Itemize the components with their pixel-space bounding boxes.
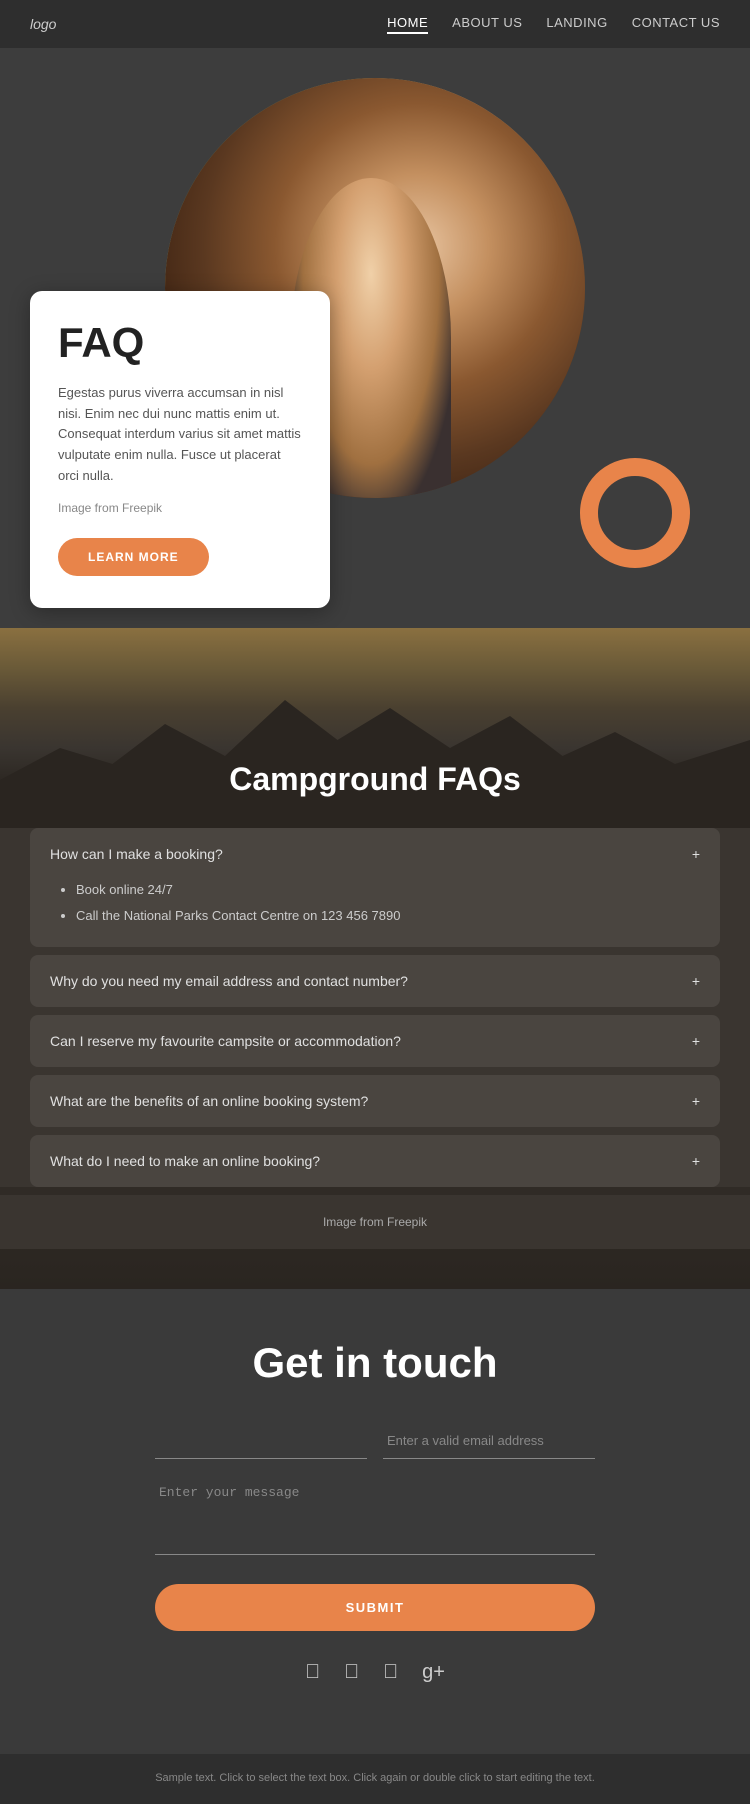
footer: Sample text. Click to select the text bo… bbox=[0, 1754, 750, 1804]
faq-content-1: Book online 24/7 Call the National Parks… bbox=[30, 880, 720, 947]
faq-header-2[interactable]: Why do you need my email address and con… bbox=[30, 955, 720, 1007]
faq-credit-link[interactable]: Freepik bbox=[387, 1215, 427, 1229]
faq-image-credit: Image from Freepik bbox=[0, 1195, 750, 1249]
submit-button[interactable]: SUBMIT bbox=[155, 1584, 595, 1631]
campground-faq-title: Campground FAQs bbox=[229, 761, 521, 808]
logo: logo bbox=[30, 16, 56, 32]
faq-item-3: Can I reserve my favourite campsite or a… bbox=[30, 1015, 720, 1067]
footer-text: Sample text. Click to select the text bo… bbox=[20, 1770, 730, 1788]
orange-ring-decoration bbox=[580, 458, 690, 568]
navbar: logo HOME ABOUT US LANDING CONTACT US bbox=[0, 0, 750, 48]
campground-faq-section: Campground FAQs How can I make a booking… bbox=[0, 628, 750, 1289]
campground-banner: Campground FAQs bbox=[0, 628, 750, 828]
faq-accordion: How can I make a booking? + Book online … bbox=[0, 828, 750, 1187]
message-textarea[interactable] bbox=[155, 1475, 595, 1555]
faq-question-4: What are the benefits of an online booki… bbox=[50, 1093, 368, 1109]
faq-item-1: How can I make a booking? + Book online … bbox=[30, 828, 720, 947]
nav-about[interactable]: ABOUT US bbox=[452, 15, 522, 34]
faq-answer-bullet-1-2: Call the National Parks Contact Centre o… bbox=[76, 906, 700, 926]
faq-card-title: FAQ bbox=[58, 319, 302, 367]
learn-more-button[interactable]: LEARN MORE bbox=[58, 538, 209, 576]
nav-contact[interactable]: CONTACT US bbox=[632, 15, 720, 34]
googleplus-icon[interactable]: g+ bbox=[422, 1661, 445, 1684]
form-row-name-email bbox=[155, 1423, 595, 1459]
faq-toggle-2[interactable]: + bbox=[692, 973, 700, 989]
faq-question-1: How can I make a booking? bbox=[50, 846, 223, 862]
faq-answer-bullet-1-1: Book online 24/7 bbox=[76, 880, 700, 900]
faq-item-4: What are the benefits of an online booki… bbox=[30, 1075, 720, 1127]
facebook-icon[interactable]:  bbox=[305, 1661, 320, 1684]
faq-card: FAQ Egestas purus viverra accumsan in ni… bbox=[30, 291, 330, 608]
faq-toggle-5[interactable]: + bbox=[692, 1153, 700, 1169]
faq-question-5: What do I need to make an online booking… bbox=[50, 1153, 320, 1169]
faq-card-credit: Image from Freepik bbox=[58, 499, 302, 518]
nav-home[interactable]: HOME bbox=[387, 15, 428, 34]
email-input[interactable] bbox=[383, 1423, 595, 1459]
faq-question-2: Why do you need my email address and con… bbox=[50, 973, 408, 989]
twitter-icon[interactable]:  bbox=[344, 1661, 359, 1684]
faq-item-2: Why do you need my email address and con… bbox=[30, 955, 720, 1007]
social-icons:    g+ bbox=[30, 1661, 720, 1684]
faq-toggle-3[interactable]: + bbox=[692, 1033, 700, 1049]
contact-form: SUBMIT bbox=[155, 1423, 595, 1661]
faq-header-5[interactable]: What do I need to make an online booking… bbox=[30, 1135, 720, 1187]
faq-header-4[interactable]: What are the benefits of an online booki… bbox=[30, 1075, 720, 1127]
faq-item-5: What do I need to make an online booking… bbox=[30, 1135, 720, 1187]
contact-section: Get in touch SUBMIT    g+ bbox=[0, 1289, 750, 1754]
contact-title: Get in touch bbox=[30, 1339, 720, 1387]
faq-toggle-4[interactable]: + bbox=[692, 1093, 700, 1109]
faq-credit-text: Image from bbox=[323, 1215, 387, 1229]
faq-header-1[interactable]: How can I make a booking? + bbox=[30, 828, 720, 880]
hero-section: FAQ Egestas purus viverra accumsan in ni… bbox=[0, 48, 750, 628]
name-input[interactable] bbox=[155, 1423, 367, 1459]
nav-landing[interactable]: LANDING bbox=[546, 15, 607, 34]
faq-header-3[interactable]: Can I reserve my favourite campsite or a… bbox=[30, 1015, 720, 1067]
instagram-icon[interactable]:  bbox=[383, 1661, 398, 1684]
nav-links: HOME ABOUT US LANDING CONTACT US bbox=[387, 15, 720, 34]
faq-toggle-1[interactable]: + bbox=[692, 846, 700, 862]
faq-card-description: Egestas purus viverra accumsan in nisl n… bbox=[58, 383, 302, 487]
faq-question-3: Can I reserve my favourite campsite or a… bbox=[50, 1033, 401, 1049]
